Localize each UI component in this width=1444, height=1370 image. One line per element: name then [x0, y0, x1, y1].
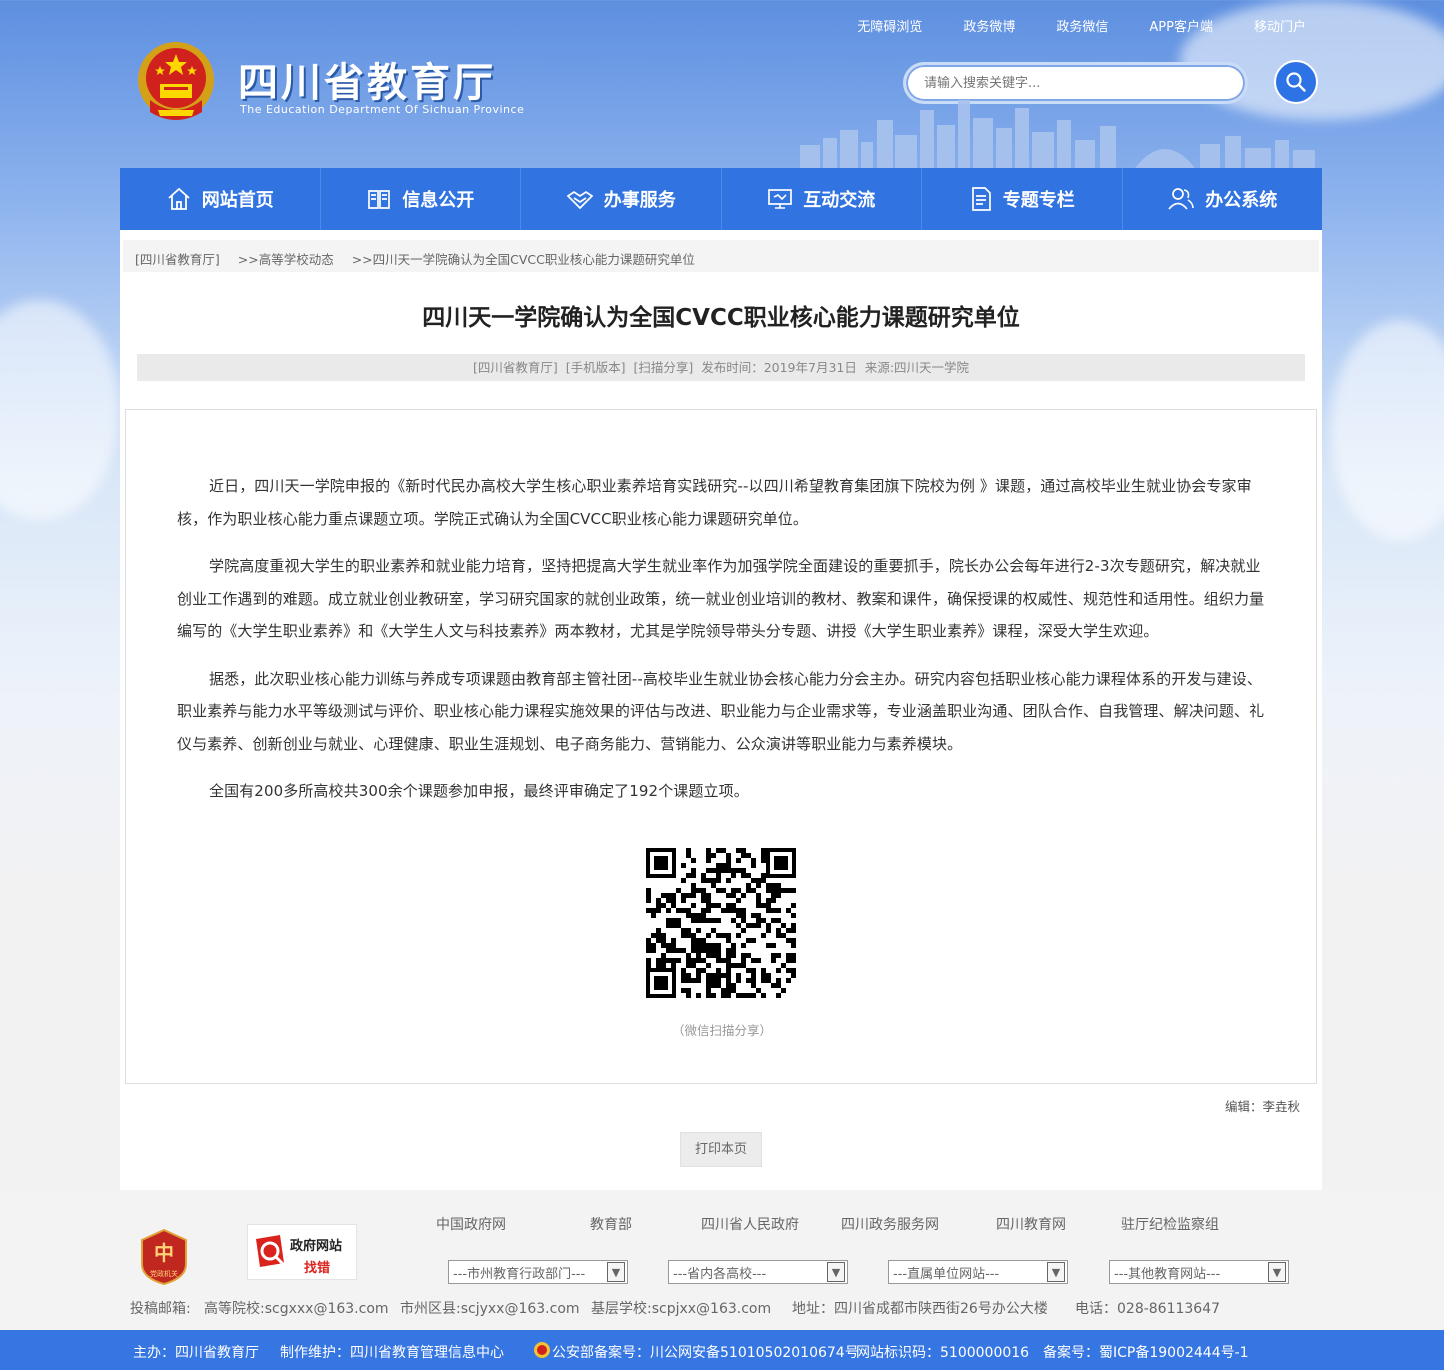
chevron-down-icon: ▼	[1268, 1262, 1286, 1282]
contact-label: 投稿邮箱:	[130, 1301, 191, 1317]
article-editor: 编辑：李垚秋	[1224, 1099, 1300, 1114]
chevron-down-icon: ▼	[607, 1262, 625, 1282]
select-other-edu[interactable]: ---其他教育网站--- ▼	[1109, 1260, 1289, 1284]
site-subtitle: The Education Department Of Sichuan Prov…	[240, 103, 525, 116]
print-button[interactable]: 打印本页	[680, 1132, 762, 1167]
footer-site-id: 网站标识码：5100000016	[856, 1345, 1030, 1361]
home-icon	[168, 187, 190, 210]
select-value: ---其他教育网站---	[1114, 1267, 1221, 1282]
meta-mobile-link[interactable]: [手机版本]	[566, 360, 626, 375]
footer-link-edu-net[interactable]: 四川教育网	[996, 1214, 1066, 1234]
select-universities[interactable]: ---省内各高校--- ▼	[668, 1260, 848, 1284]
search-button[interactable]	[1274, 60, 1318, 104]
article-meta: [四川省教育厅] [手机版本] [扫描分享] 发布时间：2019年7月31日 来…	[137, 354, 1305, 381]
nav-label: 办公系统	[1205, 190, 1278, 211]
select-direct-units[interactable]: ---直属单位网站--- ▼	[888, 1260, 1068, 1284]
breadcrumb-item[interactable]: [四川省教育厅]	[135, 252, 220, 267]
select-city-edu[interactable]: ---市州教育行政部门--- ▼	[448, 1260, 628, 1284]
main-nav: 网站首页 信息公开 办事服务 互动交流 专题专栏 办公系统	[120, 168, 1322, 230]
footer-icp[interactable]: 备案号：蜀ICP备19002444号-1	[1043, 1342, 1249, 1362]
search-input[interactable]	[906, 65, 1245, 101]
chevron-down-icon: ▼	[1047, 1262, 1065, 1282]
footer-link-gov-service[interactable]: 四川政务服务网	[841, 1214, 939, 1234]
nav-item-info[interactable]: 信息公开	[321, 168, 521, 230]
article-paragraph: 学院高度重视大学生的职业素养和就业能力培育，坚持把提高大学生就业率作为加强学院全…	[177, 557, 1265, 640]
nav-label: 互动交流	[803, 190, 876, 211]
footer-link-gov-china[interactable]: 中国政府网	[436, 1214, 506, 1234]
nav-label: 专题专栏	[1002, 190, 1075, 211]
breadcrumb-item[interactable]: >>四川天一学院确认为全国CVCC职业核心能力课题研究单位	[352, 252, 695, 267]
contact-city: 市州区县:scjyxx@163.com	[400, 1301, 580, 1317]
contact-address: 地址：四川省成都市陕西街26号办公大楼	[792, 1301, 1048, 1317]
contact-basic: 基层学校:scpjxx@163.com	[591, 1301, 772, 1317]
cloud-decoration	[0, 300, 120, 520]
users-icon	[1168, 188, 1195, 210]
police-badge-icon	[534, 1342, 550, 1358]
article-body: 近日，四川天一学院申报的《新时代民办高校大学生核心职业素养培育实践研究--以四川…	[125, 409, 1317, 1084]
svg-text:党政机关: 党政机关	[150, 1269, 178, 1278]
magnifier-icon	[256, 1235, 286, 1267]
meta-scan-link[interactable]: [扫描分享]	[633, 360, 693, 375]
top-link-app[interactable]: APP客户端	[1149, 16, 1213, 35]
document-icon	[971, 187, 991, 211]
badge-line2: 找错	[304, 1261, 331, 1276]
qr-caption: （微信扫描分享）	[671, 1023, 772, 1038]
footer-maintainer: 制作维护：四川省教育管理信息中心	[280, 1345, 504, 1361]
nav-item-service[interactable]: 办事服务	[521, 168, 722, 230]
top-link-weibo[interactable]: 政务微博	[963, 16, 1015, 35]
footer: 中 党政机关 政府网站 找错 中国政府网 教育部 四川省人民政府 四川政务服务网…	[0, 1190, 1444, 1330]
footer-link-discipline[interactable]: 驻厅纪检监察组	[1121, 1214, 1219, 1234]
chevron-down-icon: ▼	[827, 1262, 845, 1282]
nav-item-office[interactable]: 办公系统	[1123, 168, 1323, 230]
footer-host: 主办：四川省教育厅	[133, 1345, 259, 1361]
meta-origin: 来源:四川天一学院	[864, 360, 970, 375]
contact-higher-edu: 高等院校:scgxxx@163.com	[204, 1301, 389, 1317]
nav-item-interaction[interactable]: 互动交流	[722, 168, 922, 230]
nav-item-home[interactable]: 网站首页	[120, 168, 321, 230]
national-emblem-icon	[138, 42, 214, 120]
footer-police-record[interactable]: 公安部备案号：川公网安备51010502010674号	[552, 1342, 859, 1362]
party-government-badge-icon[interactable]: 中 党政机关	[140, 1228, 188, 1286]
select-value: ---市州教育行政部门---	[453, 1267, 586, 1282]
svg-text:中: 中	[154, 1241, 174, 1265]
top-link-accessibility[interactable]: 无障碍浏览	[857, 16, 922, 35]
cloud-decoration	[1330, 320, 1444, 540]
nav-label: 信息公开	[402, 190, 475, 211]
contact-phone: 电话：028-86113647	[1075, 1301, 1221, 1317]
handshake-icon	[566, 190, 594, 210]
article-paragraph: 据悉，此次职业核心能力训练与养成专项课题由教育部主管社团--高校毕业生就业协会核…	[177, 669, 1265, 753]
gov-site-error-report-badge[interactable]: 政府网站 找错	[247, 1224, 357, 1280]
article-paragraph: 近日，四川天一学院申报的《新时代民办高校大学生核心职业素养培育实践研究--以四川…	[177, 477, 1252, 528]
top-link-wechat[interactable]: 政务微信	[1056, 16, 1108, 35]
meta-publish-time: 发布时间：2019年7月31日	[701, 360, 857, 375]
breadcrumb: [四川省教育厅] >>高等学校动态 >>四川天一学院确认为全国CVCC职业核心能…	[123, 240, 1319, 272]
main-content: [四川省教育厅] >>高等学校动态 >>四川天一学院确认为全国CVCC职业核心能…	[120, 230, 1322, 1190]
monitor-icon	[768, 189, 793, 209]
city-skyline-decoration	[800, 100, 1315, 168]
nav-label: 网站首页	[201, 190, 274, 211]
search-box	[903, 62, 1248, 104]
badge-line1: 政府网站	[290, 1239, 343, 1254]
select-value: ---省内各高校---	[673, 1267, 767, 1282]
top-link-mobile[interactable]: 移动门户	[1254, 16, 1306, 35]
nav-item-special[interactable]: 专题专栏	[922, 168, 1123, 230]
footer-link-sichuan-gov[interactable]: 四川省人民政府	[701, 1214, 799, 1234]
footer-link-moe[interactable]: 教育部	[590, 1214, 632, 1234]
nav-label: 办事服务	[603, 190, 676, 211]
site-title: 四川省教育厅	[238, 59, 496, 106]
qr-code-icon	[646, 848, 796, 998]
article-paragraph: 全国有200多所高校共300余个课题参加申报，最终评审确定了192个课题立项。	[209, 782, 749, 800]
search-icon	[1286, 72, 1306, 92]
article-title: 四川天一学院确认为全国CVCC职业核心能力课题研究单位	[422, 305, 1020, 331]
meta-source-link[interactable]: [四川省教育厅]	[473, 360, 558, 375]
book-icon	[368, 190, 391, 209]
footer-bottom-bar: 主办：四川省教育厅 制作维护：四川省教育管理信息中心 公安部备案号：川公网安备5…	[0, 1330, 1444, 1370]
select-value: ---直属单位网站---	[893, 1267, 1000, 1282]
top-links: 无障碍浏览 政务微博 政务微信 APP客户端 移动门户	[816, 16, 1306, 35]
breadcrumb-item[interactable]: >>高等学校动态	[238, 252, 334, 267]
